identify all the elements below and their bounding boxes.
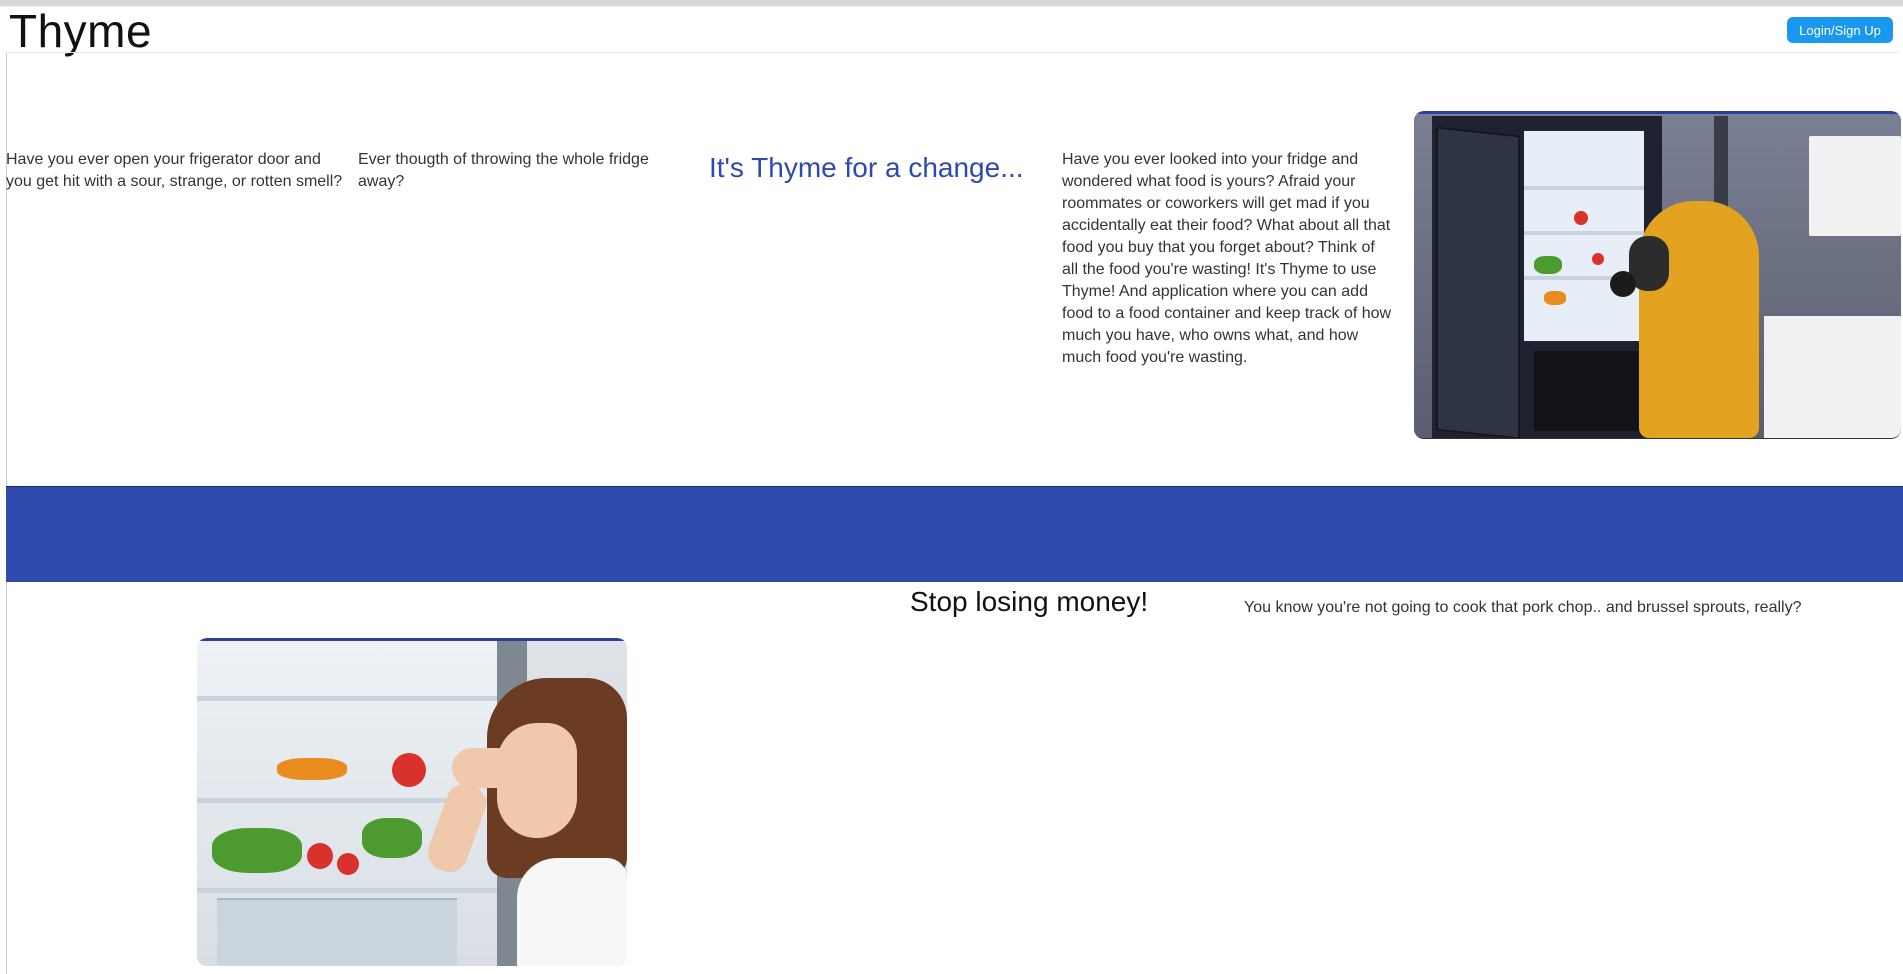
section-image: [197, 638, 627, 966]
crisper-drawer: [217, 898, 457, 965]
hero-question-1: Have you ever open your frigerator door …: [6, 151, 343, 190]
lettuce: [362, 818, 422, 858]
header-divider: [6, 52, 1899, 53]
tomato: [1574, 211, 1588, 225]
fridge-shelf: [197, 888, 497, 893]
upper-cabinet: [1809, 136, 1901, 236]
tomato: [1592, 253, 1604, 265]
browser-top-edge-line: [0, 6, 1903, 7]
orange: [1544, 291, 1566, 305]
freezer-drawer: [1534, 351, 1644, 431]
hero-question-2: Ever thougth of throwing the whole fridg…: [358, 151, 649, 190]
shirt: [517, 858, 627, 966]
tomato: [307, 843, 333, 869]
carrots: [277, 758, 347, 780]
blue-divider-band: [6, 486, 1903, 582]
fridge-shelf: [1524, 186, 1644, 190]
gas-mask-filter: [1610, 271, 1636, 297]
section-title: Stop losing money!: [910, 586, 1149, 617]
fridge-shelf: [1524, 231, 1644, 235]
hero-description: Have you ever looked into your fridge an…: [1062, 151, 1392, 366]
hero-tagline: It's Thyme for a change...: [709, 152, 1024, 183]
hand-holding-nose: [452, 748, 517, 788]
fridge-door: [1436, 126, 1520, 438]
greens: [212, 828, 302, 873]
login-signup-button[interactable]: Login/Sign Up: [1787, 17, 1893, 43]
bell-pepper: [392, 753, 426, 787]
brand-logo[interactable]: Thyme: [9, 6, 152, 56]
lower-cabinet: [1764, 316, 1901, 438]
section-text: You know you're not going to cook that p…: [1244, 599, 1802, 616]
fridge-shelf: [197, 696, 497, 701]
fridge-interior: [1524, 131, 1644, 341]
hero-image: [1414, 111, 1901, 439]
lettuce: [1534, 256, 1562, 274]
tomato: [337, 853, 359, 875]
